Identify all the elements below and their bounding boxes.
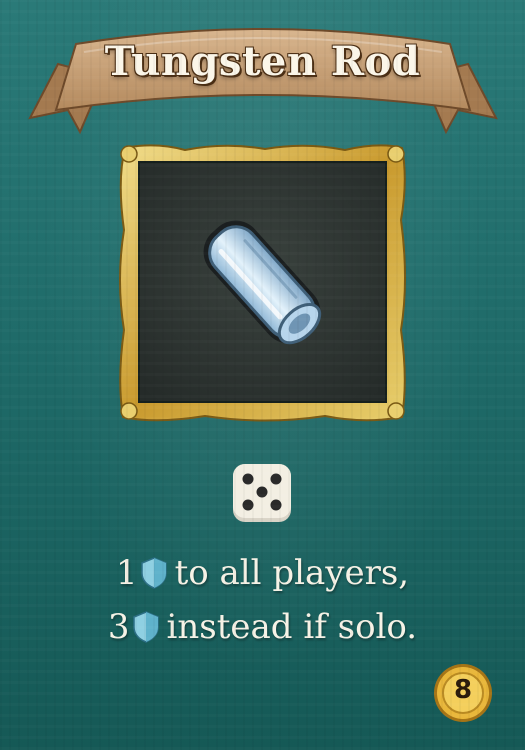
item-card: Tungsten Rod 1 to all players, 3 instead… — [0, 0, 525, 750]
card-title: Tungsten Rod — [104, 38, 421, 85]
cost-value: 8 — [453, 675, 473, 705]
dice-five-icon — [233, 464, 291, 522]
effect-text: to all players, — [174, 553, 410, 593]
effect-amount: 1 — [115, 553, 138, 593]
shield-icon — [132, 611, 159, 643]
effect-line-1: 1 to all players, — [0, 551, 525, 593]
effect-amount: 3 — [107, 607, 130, 647]
effect-text: instead if solo. — [166, 607, 418, 647]
shield-icon — [140, 557, 167, 589]
effect-line-2: 3 instead if solo. — [0, 605, 525, 647]
illustration-frame — [119, 144, 406, 422]
